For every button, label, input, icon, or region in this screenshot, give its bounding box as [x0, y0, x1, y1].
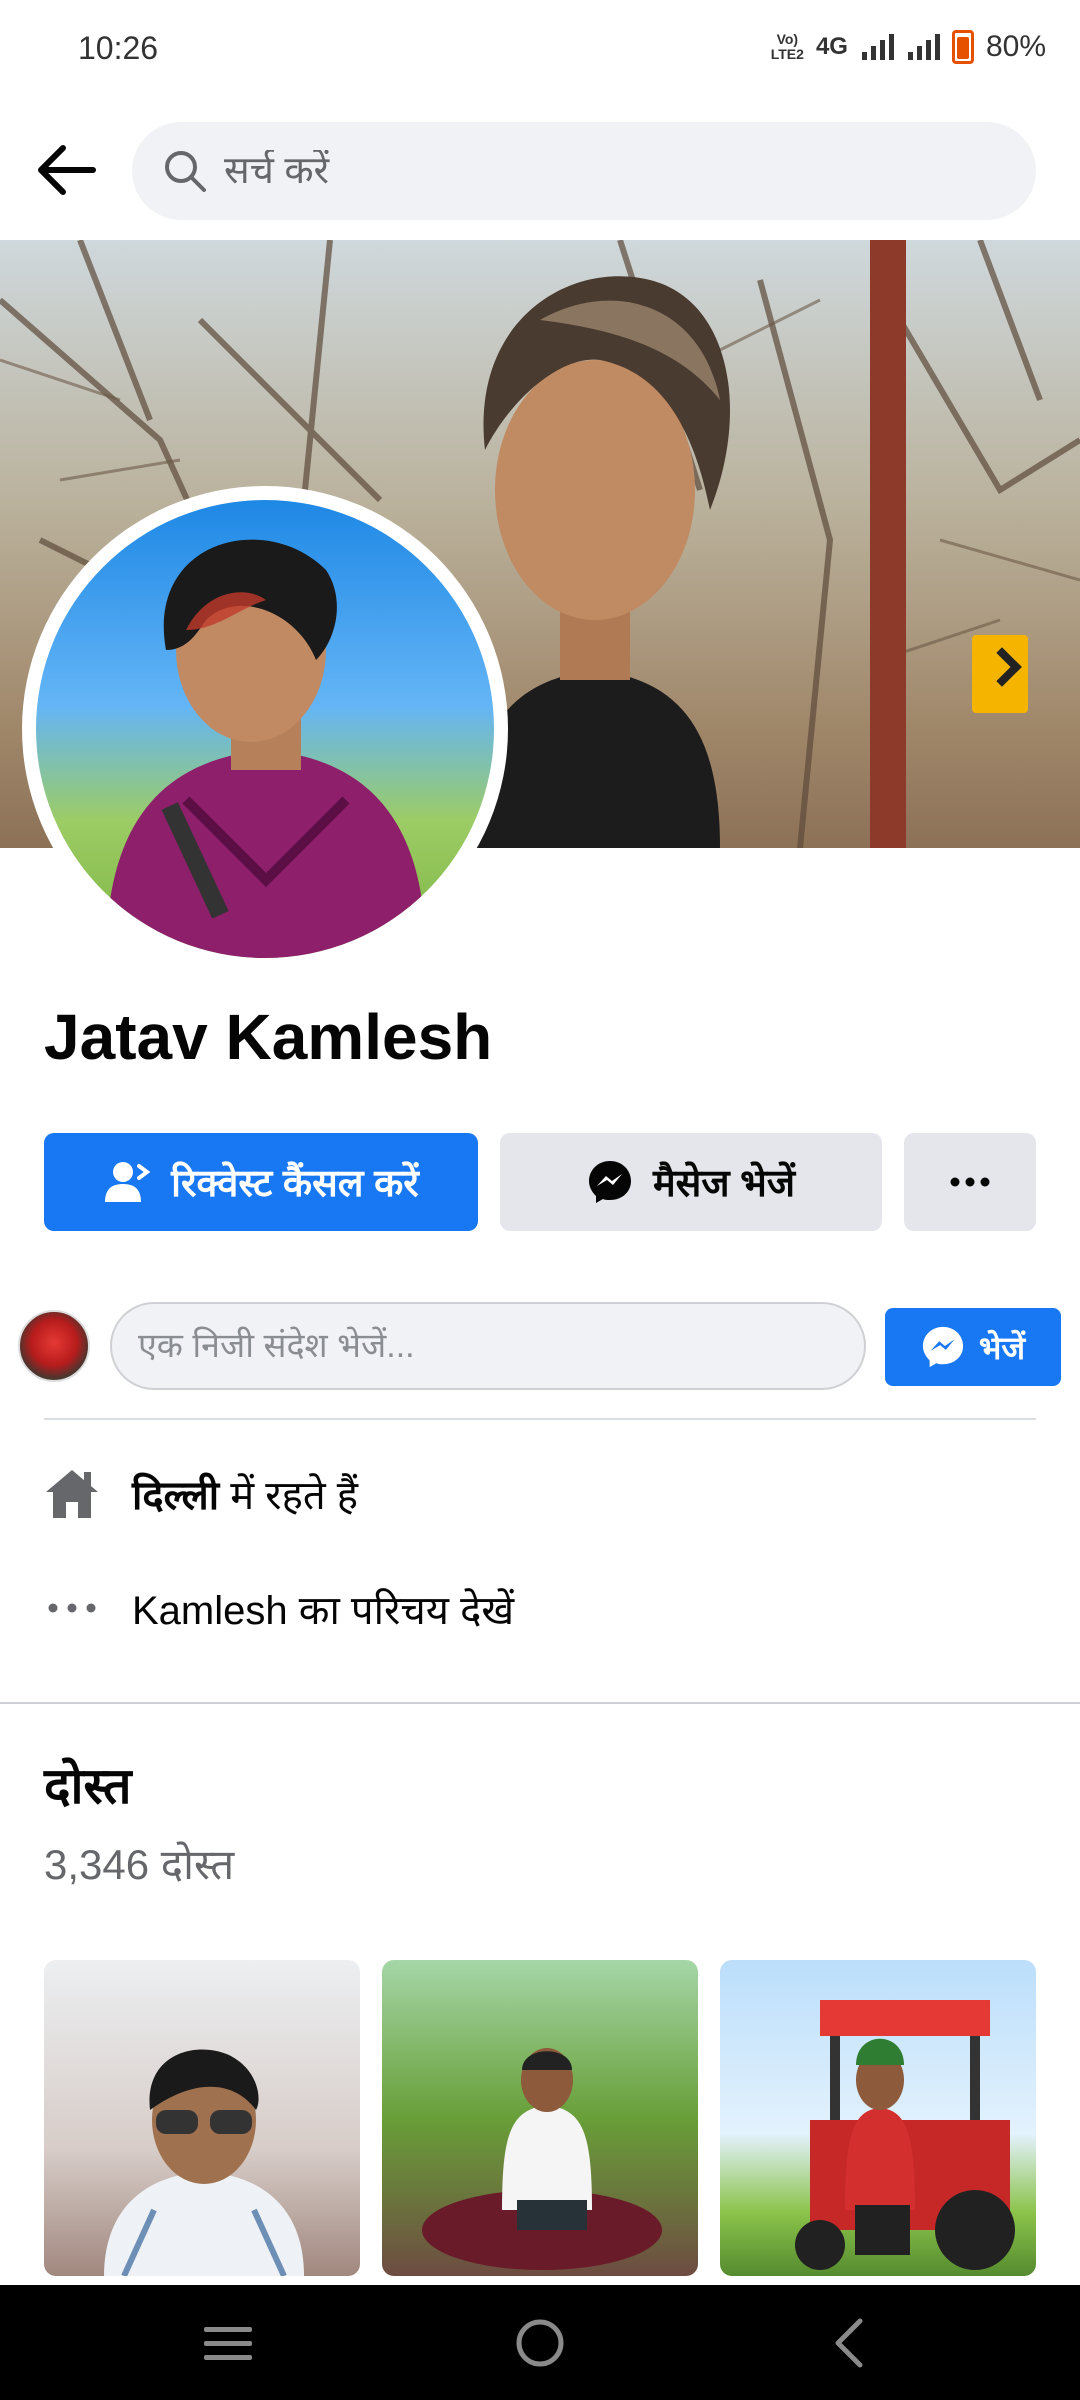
signal-icon	[861, 34, 894, 60]
status-icons: Vo) LTE2 4G 80%	[771, 30, 1046, 64]
about-link[interactable]: Kamlesh का परिचय देखें	[132, 1581, 514, 1636]
search-input[interactable]	[224, 149, 984, 193]
messenger-icon	[588, 1161, 631, 1203]
system-back-button[interactable]	[820, 2313, 880, 2373]
user-request-icon	[105, 1162, 151, 1202]
section-separator	[0, 1702, 1080, 1704]
home-circle-icon	[516, 2319, 564, 2367]
message-label: मैसेज भेजें	[652, 1163, 796, 1205]
avatar-person-image	[106, 539, 426, 958]
cover-pole	[870, 240, 906, 848]
divider	[44, 1418, 1036, 1420]
message-button[interactable]: मैसेज भेजें	[500, 1133, 882, 1231]
search-icon	[165, 151, 206, 192]
home-button[interactable]	[510, 2313, 570, 2373]
private-message-input[interactable]	[110, 1302, 866, 1390]
battery-percent: 80%	[985, 30, 1046, 63]
top-bar	[0, 100, 1080, 240]
lives-in-city[interactable]: दिल्ली	[132, 1466, 219, 1521]
back-chevron-icon	[835, 2318, 863, 2368]
road-sign-icon	[972, 635, 1028, 713]
friend-photo	[795, 2000, 1015, 2270]
search-box[interactable]	[132, 122, 1036, 220]
friend-tile[interactable]	[382, 1960, 698, 2276]
friend-tile[interactable]	[720, 1960, 1036, 2276]
private-message-row: भेजें	[0, 1300, 1080, 1400]
network-type: 4G	[815, 33, 848, 60]
arrow-left-icon	[38, 145, 96, 195]
friend-tile[interactable]	[44, 1960, 360, 2276]
system-nav-bar	[0, 2285, 1080, 2400]
messenger-icon	[922, 1326, 963, 1368]
friend-photo	[104, 2049, 304, 2276]
lives-in-row: दिल्ली में रहते हैं	[44, 1465, 358, 1521]
menu-button[interactable]	[198, 2313, 258, 2373]
more-horizontal-icon	[950, 1177, 990, 1187]
menu-icon	[204, 2327, 252, 2360]
send-button[interactable]: भेजें	[885, 1308, 1061, 1386]
more-horizontal-icon	[44, 1580, 100, 1636]
profile-name: Jatav Kamlesh	[44, 1001, 493, 1073]
status-bar: 10:26 Vo) LTE2 4G 80%	[0, 0, 1080, 100]
back-button[interactable]	[30, 130, 102, 210]
friend-photo	[422, 2048, 662, 2270]
avatar	[36, 500, 494, 958]
friends-count: 3,346 दोस्त	[44, 1841, 235, 1888]
profile-picture[interactable]	[22, 486, 508, 972]
friends-title: दोस्त	[44, 1758, 132, 1814]
cancel-request-label: रिक्वेस्ट कैंसल करें	[171, 1163, 419, 1205]
more-options-button[interactable]	[904, 1133, 1036, 1231]
cancel-request-button[interactable]: रिक्वेस्ट कैंसल करें	[44, 1133, 478, 1231]
status-time: 10:26	[78, 30, 159, 66]
about-row[interactable]: Kamlesh का परिचय देखें	[44, 1580, 514, 1636]
volte-indicator: Vo) LTE2	[770, 31, 804, 62]
home-icon	[44, 1465, 100, 1521]
battery-icon	[951, 30, 974, 64]
signal-icon	[907, 34, 940, 60]
avatar	[18, 1310, 90, 1382]
send-label: भेजें	[978, 1329, 1026, 1366]
lives-in-suffix: में रहते हैं	[219, 1473, 359, 1518]
